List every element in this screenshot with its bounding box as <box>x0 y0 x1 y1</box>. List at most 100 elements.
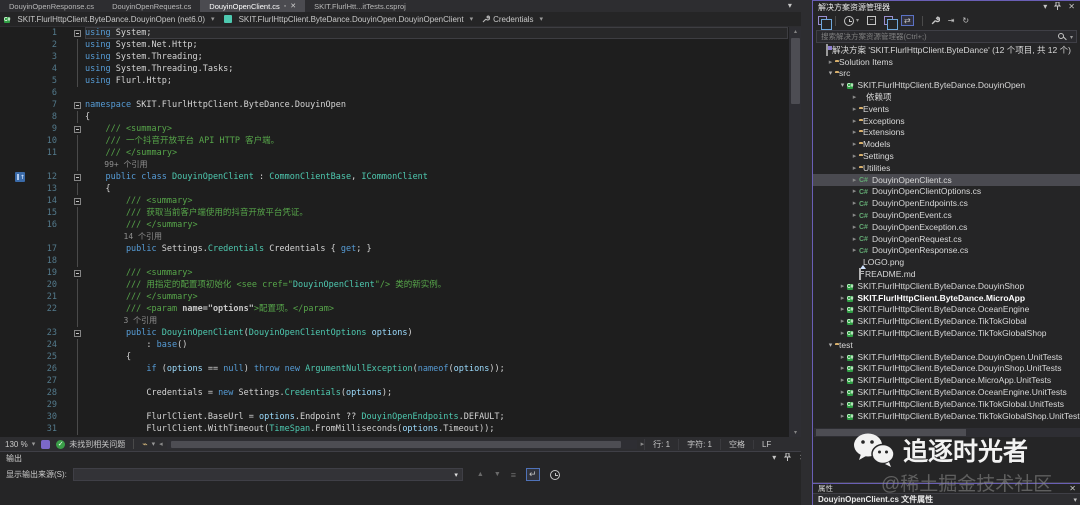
code-line[interactable]: 10 /// 一个抖音开放平台 API HTTP 客户端。 <box>0 135 788 147</box>
chevron-down-icon[interactable]: ▾ <box>772 453 776 462</box>
code-line[interactable]: 15 /// 获取当前客户端使用的抖音开放平台凭证。 <box>0 207 788 219</box>
tree-item[interactable]: ▸ C# SKIT.FlurlHttpClient.ByteDance.MicroA… <box>813 374 1080 386</box>
code-line[interactable]: 23 public DouyinOpenClient(DouyinOpenCli… <box>0 327 788 339</box>
chevron-right-collapsed-icon[interactable]: ▸ <box>850 164 859 172</box>
line-indicator[interactable]: 行: 1 <box>644 438 678 450</box>
tree-item[interactable]: ▸ C# DouyinOpenResponse.cs <box>813 245 1080 257</box>
tree-item[interactable]: ▾ src <box>813 68 1080 80</box>
code-line[interactable]: 16 /// </summary> <box>0 219 788 231</box>
folding-margin[interactable] <box>57 99 85 111</box>
previous-message-icon[interactable]: ▲ <box>477 471 484 478</box>
code-line[interactable]: 14 /// <summary> <box>0 195 788 207</box>
code-line[interactable]: 25 { <box>0 351 788 363</box>
code-line[interactable]: 26 if (options == null) throw new Argume… <box>0 363 788 375</box>
spaces-indicator[interactable]: 空格 <box>719 438 753 450</box>
code-line[interactable]: 29 <box>0 399 788 411</box>
tree-item[interactable]: ▸ C# SKIT.FlurlHttpClient.ByteDance.TikTok… <box>813 327 1080 339</box>
chevron-down-icon[interactable]: ▾ <box>1043 2 1047 11</box>
code-line[interactable]: 31 FlurlClient.WithTimeout(TimeSpan.From… <box>0 423 788 435</box>
tree-item[interactable]: ▸ C# SKIT.FlurlHttpClient.ByteDance.OceanE… <box>813 304 1080 316</box>
folding-margin[interactable] <box>57 327 85 339</box>
eol-indicator[interactable]: LF <box>752 439 779 449</box>
code-line[interactable]: 9 /// <summary> <box>0 123 788 135</box>
chevron-right-collapsed-icon[interactable]: ▸ <box>850 117 859 125</box>
output-source-select[interactable]: ▾ <box>72 468 463 481</box>
margin-bookmark-icon[interactable] <box>15 171 25 183</box>
tree-item[interactable]: ▸ C# SKIT.FlurlHttpClient.ByteDance.Douyin… <box>813 280 1080 292</box>
close-tab-icon[interactable]: ✕ <box>290 3 296 10</box>
code-line[interactable]: 11 /// </summary> <box>0 147 788 159</box>
tree-item[interactable]: ▸ 依赖项 <box>813 91 1080 103</box>
tree-item[interactable]: ▸ Models <box>813 138 1080 150</box>
chevron-right-collapsed-icon[interactable]: ▸ <box>850 140 859 148</box>
folding-margin[interactable] <box>57 27 85 39</box>
code-line[interactable]: 3 个引用 <box>0 315 788 327</box>
tree-item[interactable]: ▸ C# SKIT.FlurlHttpClient.ByteDance.OceanE… <box>813 386 1080 398</box>
code-cleanup-broom-icon[interactable]: ⌁ <box>142 439 147 450</box>
tree-item[interactable]: ▸ Settings <box>813 150 1080 162</box>
chevron-right-collapsed-icon[interactable]: ▸ <box>850 187 859 195</box>
collapse-region-icon[interactable] <box>74 329 81 337</box>
zoom-level-dropdown[interactable]: 130 % <box>5 440 28 449</box>
chevron-right-collapsed-icon[interactable]: ▸ <box>850 235 859 243</box>
scrollbar-thumb[interactable] <box>170 440 621 448</box>
properties-object-select[interactable]: DouyinOpenClient.cs 文件属性 ▾ <box>813 493 1080 505</box>
tree-item[interactable]: ▸ C# DouyinOpenClient.cs <box>813 173 1080 186</box>
track-item-icon[interactable]: ⇥ <box>948 16 955 25</box>
tree-item[interactable]: ▾ C# SKIT.FlurlHttpClient.ByteDance.Douyin… <box>813 79 1080 91</box>
chevron-right-collapsed-icon[interactable]: ▸ <box>850 199 859 207</box>
tree-item[interactable]: ▸ C# SKIT.FlurlHttpClient.ByteDance.MicroA… <box>813 292 1080 304</box>
panel-splitter[interactable] <box>801 0 812 505</box>
folding-margin[interactable] <box>57 267 85 279</box>
code-line[interactable]: 20 /// 用指定的配置项初始化 <see cref="DouyinOpenC… <box>0 279 788 291</box>
chevron-right-collapsed-icon[interactable]: ▸ <box>838 317 847 325</box>
chevron-right-collapsed-icon[interactable]: ▸ <box>838 305 847 313</box>
code-line[interactable]: 18 <box>0 255 788 267</box>
column-indicator[interactable]: 字符: 1 <box>678 438 720 450</box>
close-icon[interactable]: ✕ <box>1069 484 1076 493</box>
code-line[interactable]: 12 public class DouyinOpenClient : Commo… <box>0 171 788 183</box>
active-files-dropdown-icon[interactable]: ▾ <box>788 2 792 10</box>
tree-item[interactable]: ▸ Exceptions <box>813 115 1080 127</box>
type-dropdown[interactable]: SKIT.FlurlHttpClient.ByteDance.DouyinOpe… <box>223 15 480 24</box>
chevron-right-collapsed-icon[interactable]: ▸ <box>838 376 847 384</box>
chevron-right-collapsed-icon[interactable]: ▸ <box>850 105 859 113</box>
code-line[interactable]: 30 FlurlClient.BaseUrl = options.Endpoin… <box>0 411 788 423</box>
code-line[interactable]: 14 个引用 <box>0 231 788 243</box>
tree-item[interactable]: ▸ C# DouyinOpenEvent.cs <box>813 209 1080 221</box>
scroll-left-icon[interactable]: ◂ <box>159 440 163 448</box>
tree-item[interactable]: ▸ C# SKIT.FlurlHttpClient.ByteDance.TikTok… <box>813 410 1080 422</box>
collapse-region-icon[interactable] <box>74 269 81 277</box>
code-line[interactable]: 13 { <box>0 183 788 195</box>
timestamp-clock-icon[interactable] <box>549 469 560 480</box>
close-icon[interactable]: ✕ <box>1068 2 1075 11</box>
code-line[interactable]: 21 /// </summary> <box>0 291 788 303</box>
chevron-right-collapsed-icon[interactable]: ▸ <box>838 388 847 396</box>
code-line[interactable]: 4 using System.Threading.Tasks; <box>0 63 788 75</box>
code-editor[interactable]: 1 using System; 2 using System.Net.Http; 3 us… <box>0 27 788 437</box>
tree-item[interactable]: ▸ Utilities <box>813 162 1080 174</box>
clear-all-icon[interactable]: ≡ <box>511 470 516 480</box>
folding-margin[interactable] <box>57 171 85 183</box>
document-health-icon[interactable] <box>41 439 51 449</box>
code-line[interactable]: 5 using Flurl.Http; <box>0 75 788 87</box>
pending-changes-filter-icon[interactable] <box>844 15 854 26</box>
code-line[interactable]: 2 using System.Net.Http; <box>0 39 788 51</box>
code-line[interactable]: 6 <box>0 87 788 99</box>
chevron-right-collapsed-icon[interactable]: ▸ <box>850 93 859 101</box>
collapse-all-icon[interactable]: − <box>867 16 877 25</box>
tree-item[interactable]: ▾ test <box>813 339 1080 351</box>
code-line[interactable]: 22 /// <param name="options">配置项。</param… <box>0 303 788 315</box>
tree-item[interactable]: ▸ C# DouyinOpenClientOptions.cs <box>813 186 1080 198</box>
code-line[interactable]: 3 using System.Threading; <box>0 51 788 63</box>
chevron-right-collapsed-icon[interactable]: ▸ <box>838 412 847 420</box>
code-line[interactable]: 24 : base() <box>0 339 788 351</box>
chevron-right-collapsed-icon[interactable]: ▸ <box>850 176 859 184</box>
tree-item[interactable]: README.md <box>813 268 1080 281</box>
project-dropdown[interactable]: C# SKIT.FlurlHttpClient.ByteDance.Douyin… <box>4 14 221 25</box>
chevron-right-collapsed-icon[interactable]: ▸ <box>838 353 847 361</box>
code-line[interactable]: 7 namespace SKIT.FlurlHttpClient.ByteDanc… <box>0 99 788 111</box>
chevron-down-expanded-icon[interactable]: ▾ <box>826 341 835 349</box>
editor-tab[interactable]: DouyinOpenClient.cs ◦ ✕ <box>200 0 306 12</box>
chevron-right-collapsed-icon[interactable]: ▸ <box>838 329 847 337</box>
